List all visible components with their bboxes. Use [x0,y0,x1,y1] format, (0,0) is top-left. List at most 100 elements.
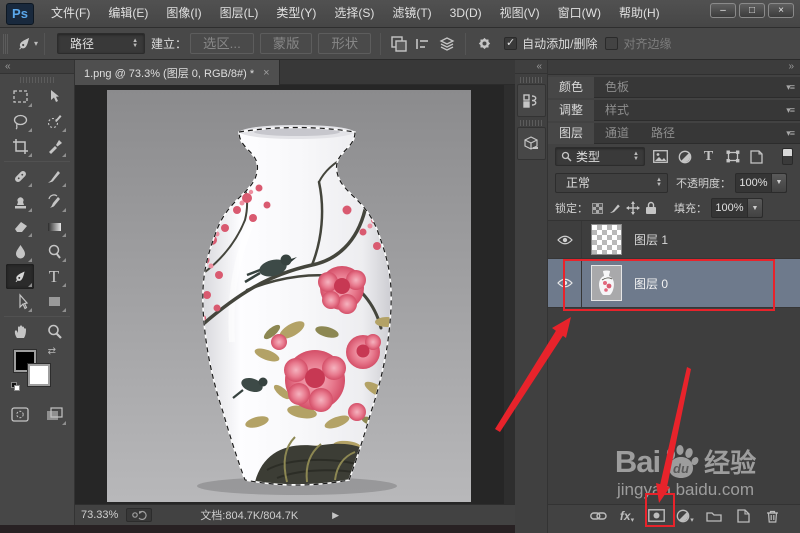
layer-row-1[interactable]: 图层 1 [548,221,800,259]
crop-tool[interactable] [6,134,34,159]
filter-smart-objects-icon[interactable] [748,148,765,165]
path-alignment-icon[interactable] [411,32,435,56]
strip-gripper[interactable] [520,120,542,126]
filter-type-layers-icon[interactable]: T [700,148,717,165]
menu-image[interactable]: 图像(I) [157,0,210,27]
tool-mode-dropdown[interactable]: 路径 ▲▼ [57,33,145,54]
lasso-tool[interactable] [6,109,34,134]
tab-swatches[interactable]: 色板 [594,77,640,98]
canvas-workspace[interactable] [75,85,515,504]
make-selection-button[interactable]: 选区... [190,33,254,54]
menu-view[interactable]: 视图(V) [491,0,549,27]
background-color-swatch[interactable] [28,364,50,386]
clone-stamp-tool[interactable] [6,189,34,214]
lock-position-icon[interactable] [624,200,642,216]
align-edges-checkbox[interactable] [605,37,618,50]
menu-filter[interactable]: 滤镜(T) [383,0,440,27]
history-brush-tool[interactable] [40,189,68,214]
filter-adjustment-layers-icon[interactable] [676,148,693,165]
options-gripper[interactable] [3,34,8,54]
swap-colors-icon[interactable]: ⇄ [48,346,56,357]
zoom-level-field[interactable]: 73.33% [81,509,118,521]
layer0-thumbnail[interactable] [591,265,622,301]
default-colors-icon[interactable] [11,382,21,392]
healing-brush-tool[interactable] [6,164,34,189]
screen-mode-button[interactable] [40,402,68,427]
tab-close-icon[interactable]: × [263,67,269,79]
blend-mode-dropdown[interactable]: 正常 ▲▼ [555,173,668,193]
menu-file[interactable]: 文件(F) [42,0,99,27]
pen-preset-caret-icon[interactable]: ▾ [34,39,38,48]
strip-collapse-header[interactable]: « [515,60,547,74]
path-operations-icon[interactable] [387,32,411,56]
tools-gripper[interactable] [20,77,54,83]
menu-type[interactable]: 类型(Y) [267,0,325,27]
eyedropper-tool[interactable] [40,134,68,159]
tab-adjustments[interactable]: 调整 [548,100,594,121]
visibility-cell[interactable] [548,221,582,258]
strip-gripper[interactable] [520,77,542,83]
type-tool[interactable]: T [40,264,68,289]
path-selection-tool[interactable] [6,289,34,314]
layer-name[interactable]: 图层 0 [634,275,668,292]
shape-tool[interactable] [40,289,68,314]
add-layer-mask-button[interactable] [646,508,666,524]
visibility-cell[interactable] [548,259,582,307]
pen-tool[interactable] [6,264,34,289]
new-adjustment-layer-icon[interactable]: ▾ [675,508,695,524]
tab-styles[interactable]: 样式 [594,100,640,121]
tab-color[interactable]: 颜色 [548,77,594,98]
quick-selection-tool[interactable] [40,109,68,134]
layer-name[interactable]: 图层 1 [634,231,668,248]
panels-collapse-header[interactable]: » [548,60,800,75]
gear-icon[interactable] [472,32,496,56]
hand-tool[interactable] [6,319,34,344]
layer-row-0[interactable]: 图层 0 [548,259,800,308]
tab-layers[interactable]: 图层 [548,123,594,144]
dodge-tool[interactable] [40,239,68,264]
rectangular-marquee-tool[interactable] [6,84,34,109]
minimize-button[interactable]: – [710,3,736,18]
blur-tool[interactable] [6,239,34,264]
quick-mask-button[interactable] [6,402,34,427]
lock-pixels-icon[interactable] [606,200,624,216]
new-group-icon[interactable] [704,508,724,524]
move-tool[interactable] [40,84,68,109]
filter-pixel-layers-icon[interactable] [652,148,669,165]
history-panel-icon[interactable] [517,84,546,117]
menu-layer[interactable]: 图层(L) [211,0,268,27]
status-sync-icon[interactable] [126,508,152,522]
panel-menu-icon[interactable]: ▾≡ [786,82,800,93]
filter-toggle-switch[interactable] [782,148,793,165]
eraser-tool[interactable] [6,214,34,239]
maximize-button[interactable]: □ [739,3,765,18]
dropdown-arrow-icon[interactable]: ▼ [747,199,762,217]
make-shape-button[interactable]: 形状 [318,33,371,54]
menu-help[interactable]: 帮助(H) [610,0,669,27]
tab-paths[interactable]: 路径 [640,123,686,144]
close-button[interactable]: × [768,3,794,18]
zoom-tool[interactable] [40,319,68,344]
fill-field[interactable]: 100% ▼ [711,198,763,218]
tab-channels[interactable]: 通道 [594,123,640,144]
opacity-field[interactable]: 100% ▼ [735,173,787,193]
tools-collapse-header[interactable]: « [0,60,74,74]
menu-select[interactable]: 选择(S) [325,0,383,27]
panel-menu-icon[interactable]: ▾≡ [786,105,800,116]
panel-menu-icon[interactable]: ▾≡ [786,128,800,139]
path-arrangement-icon[interactable] [435,32,459,56]
filter-shape-layers-icon[interactable] [724,148,741,165]
lock-transparency-icon[interactable] [588,200,606,216]
make-mask-button[interactable]: 蒙版 [260,33,313,54]
menu-edit[interactable]: 编辑(E) [99,0,157,27]
brush-tool[interactable] [40,164,68,189]
link-layers-icon[interactable] [588,508,608,524]
3d-panel-icon[interactable] [517,127,546,160]
menu-window[interactable]: 窗口(W) [549,0,610,27]
filter-kind-dropdown[interactable]: 类型 ▲▼ [555,147,645,166]
pen-tool-preset-icon[interactable] [12,32,36,56]
dropdown-arrow-icon[interactable]: ▼ [771,174,786,192]
document-tab[interactable]: 1.png @ 73.3% (图层 0, RGB/8#) * × [75,60,280,85]
gradient-tool[interactable] [40,214,68,239]
lock-all-icon[interactable] [642,200,660,216]
